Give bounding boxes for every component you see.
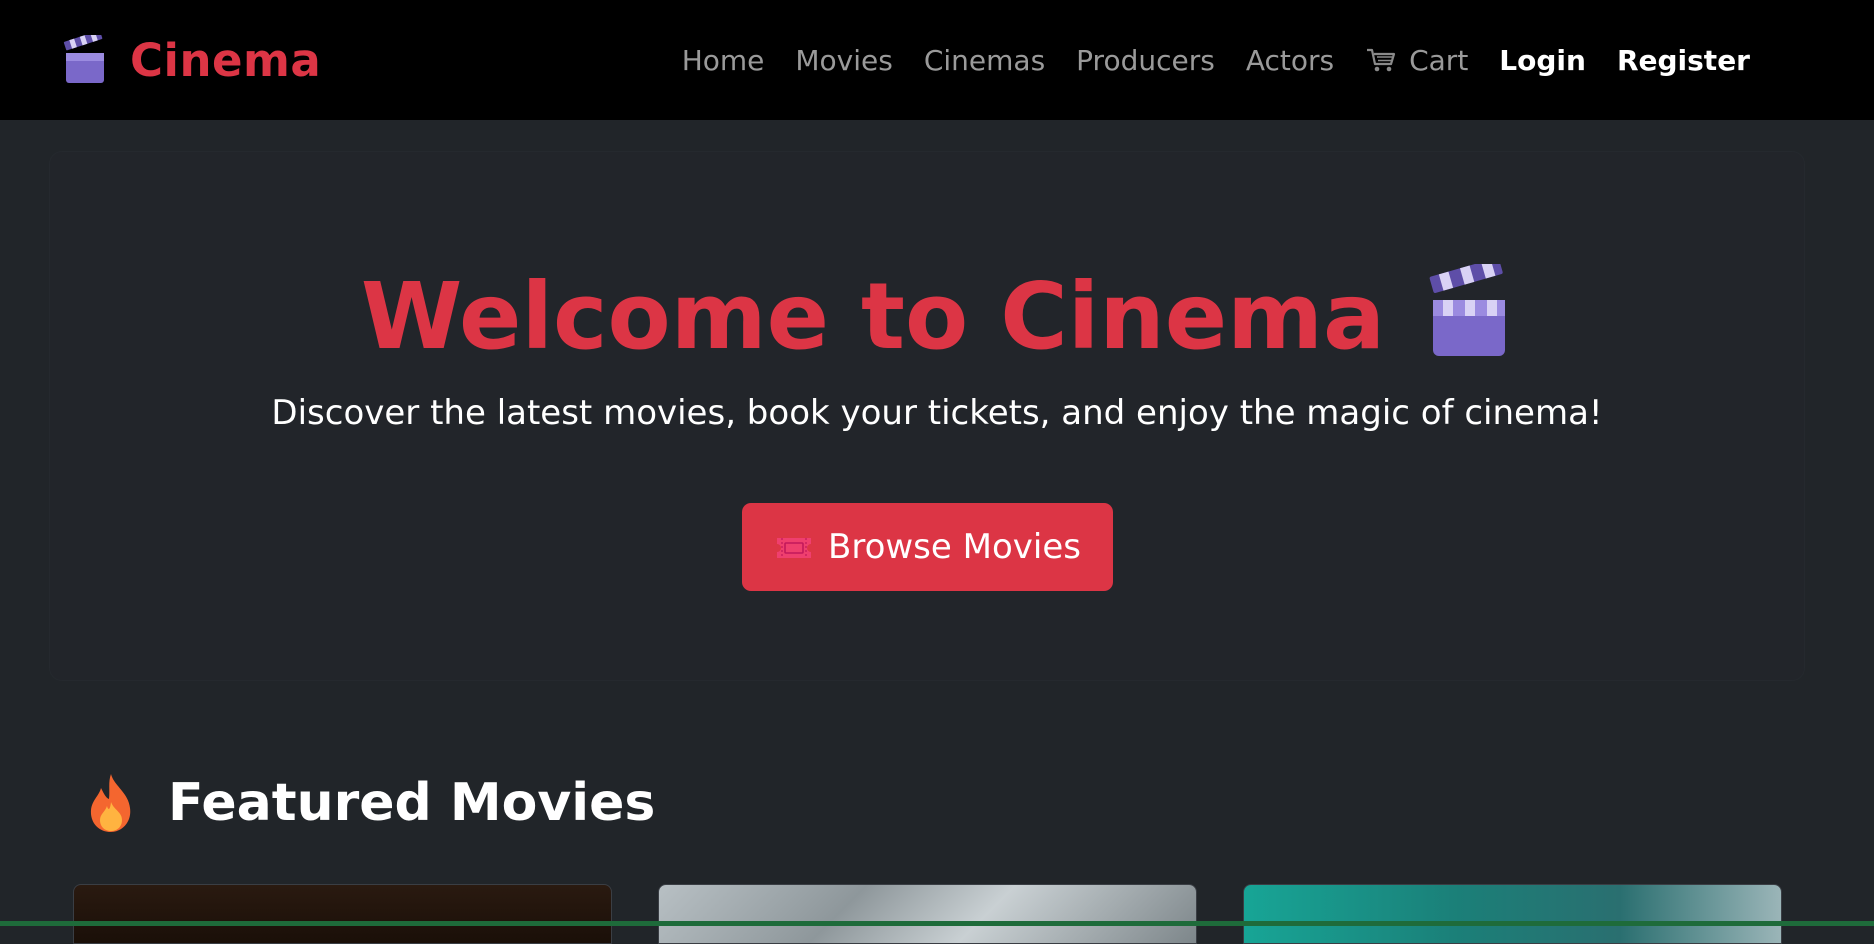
navbar: Cinema Home Movies Cinemas Producers Act… [0,0,1874,120]
browse-movies-button[interactable]: Browse Movies [742,503,1113,591]
nav-actors[interactable]: Actors [1246,44,1334,77]
nav-cart-label: Cart [1409,43,1469,77]
fire-icon [84,772,138,834]
nav-login[interactable]: Login [1499,44,1586,77]
cart-icon [1365,46,1397,74]
nav-links: Home Movies Cinemas Producers Actors Car… [651,44,1750,77]
featured-heading-text: Featured Movies [168,773,656,833]
hero-title: Welcome to Cinema [0,257,1874,372]
browse-movies-label: Browse Movies [828,527,1081,567]
nav-home[interactable]: Home [682,44,765,77]
nav-cinemas[interactable]: Cinemas [924,44,1045,77]
movie-card-poster[interactable] [1243,884,1782,944]
scroll-indicator-bar [0,921,1874,926]
clapperboard-icon [62,30,108,85]
brand-name: Cinema [130,33,322,87]
brand-link[interactable]: Cinema [62,30,322,87]
ticket-icon [774,532,814,562]
nav-register[interactable]: Register [1617,44,1750,77]
featured-heading: Featured Movies [84,772,655,834]
nav-producers[interactable]: Producers [1076,44,1215,77]
nav-cart[interactable]: Cart [1365,44,1468,77]
movie-card-poster[interactable] [73,884,612,944]
hero-subtitle: Discover the latest movies, book your ti… [271,393,1603,433]
clapperboard-icon [1425,257,1513,360]
hero-title-text: Welcome to Cinema [360,263,1386,370]
nav-movies[interactable]: Movies [795,44,892,77]
movie-card-poster[interactable] [658,884,1197,944]
